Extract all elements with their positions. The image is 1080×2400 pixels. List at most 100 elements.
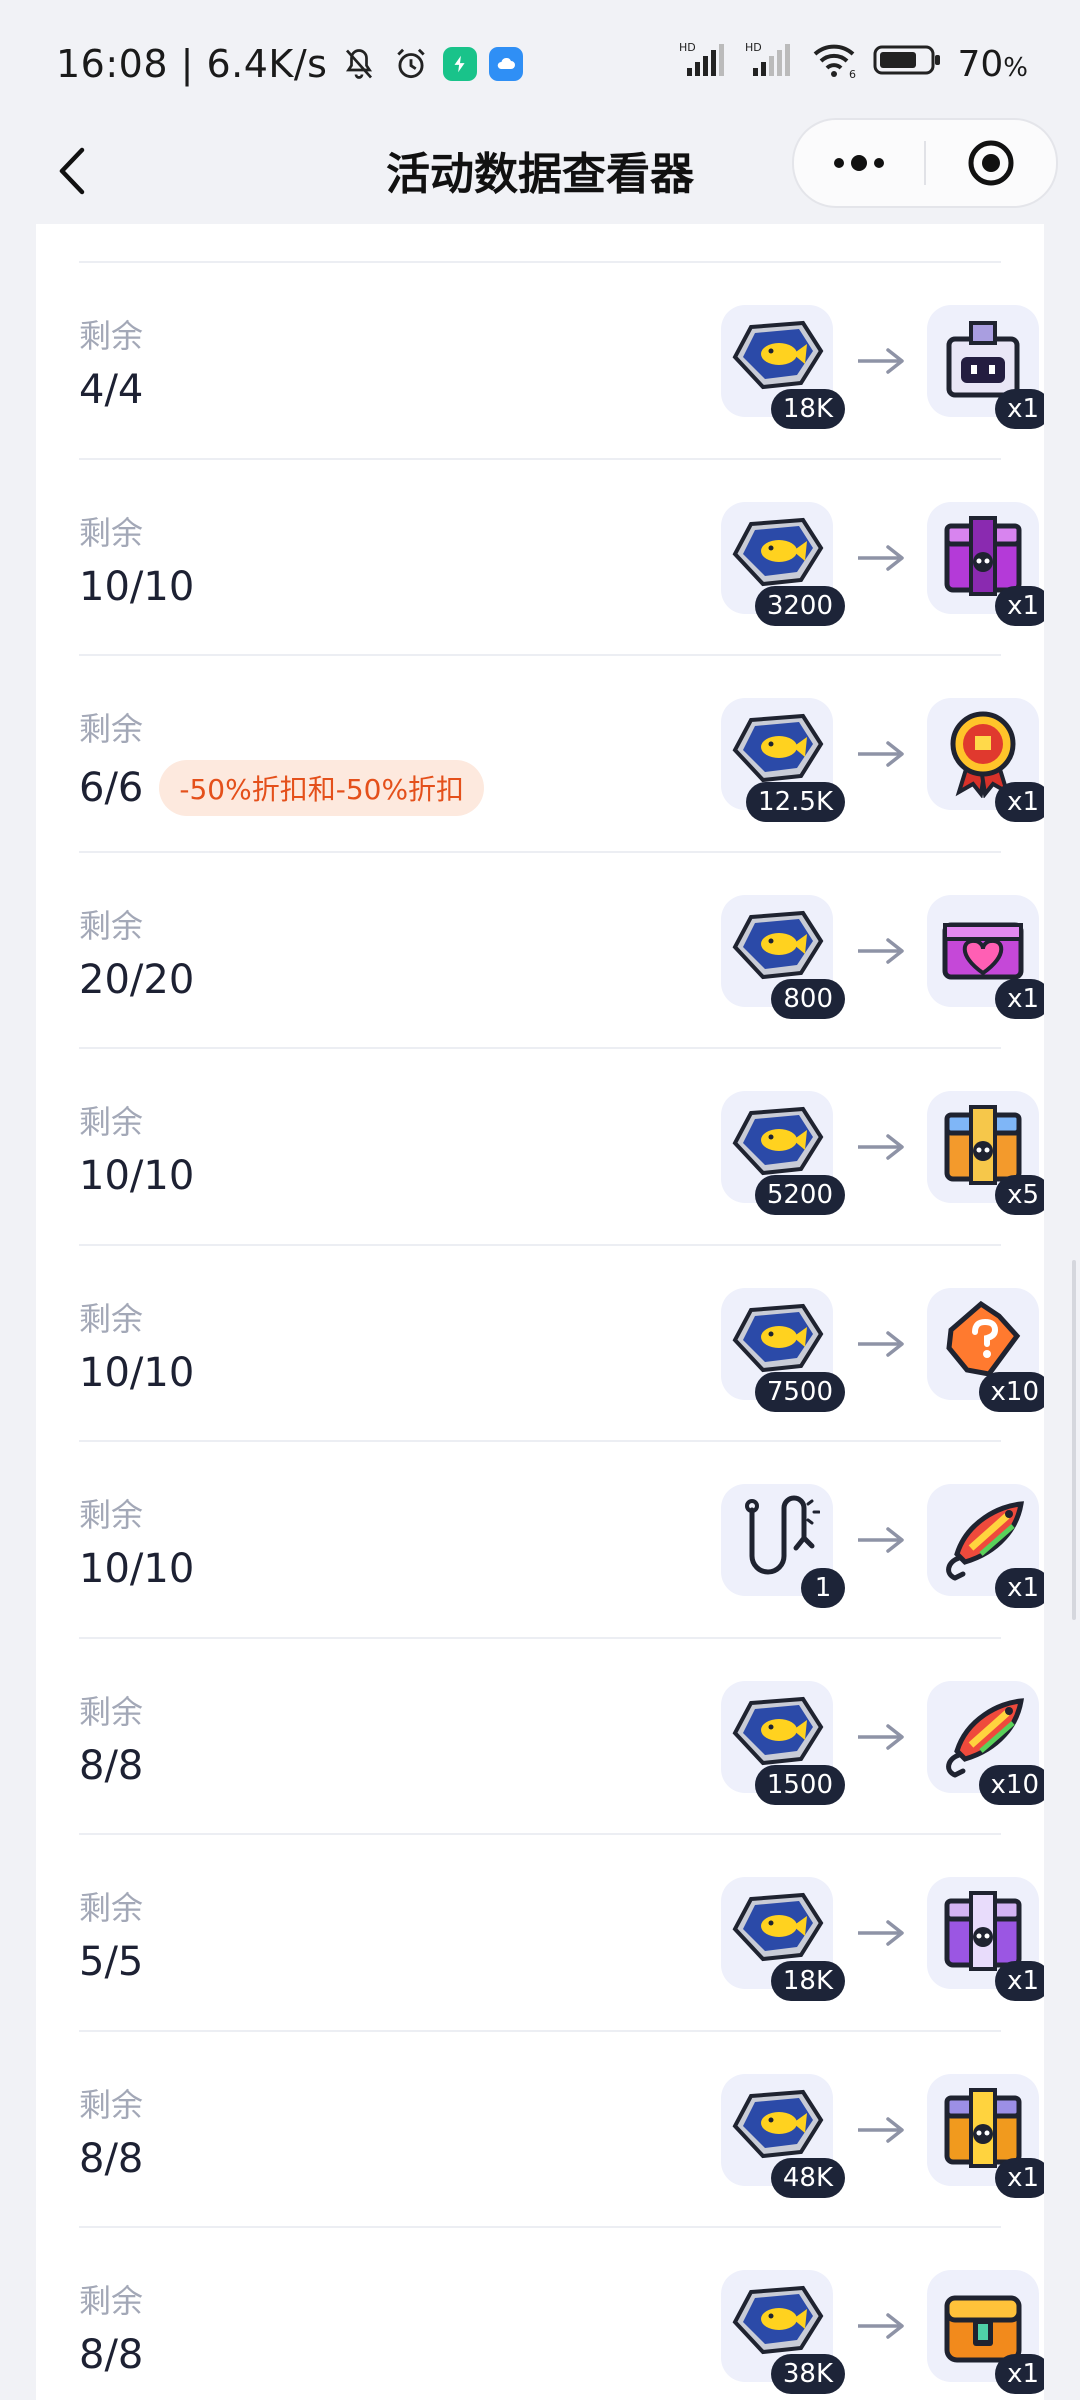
reward-item[interactable]: x1 bbox=[927, 1484, 1044, 1608]
remaining-label: 剩余 bbox=[79, 1299, 144, 1338]
remaining-count: 8/8 bbox=[79, 2135, 144, 2182]
list-item: 剩余 8/8 38K x1 bbox=[79, 2226, 1044, 2400]
remaining-label: 剩余 bbox=[79, 710, 144, 748]
arrow-right-icon bbox=[849, 1326, 913, 1362]
arrow-right-icon bbox=[849, 1522, 913, 1558]
remaining-count-row: 8/8 bbox=[79, 2136, 143, 2182]
remaining-count-row: 10/10 bbox=[79, 1153, 194, 1199]
more-dots-icon bbox=[834, 155, 884, 171]
cost-item[interactable]: 5200 bbox=[721, 1091, 845, 1215]
list-item: 剩余 10/10 7500 x10 bbox=[79, 1243, 1044, 1442]
mini-program-capsule bbox=[792, 118, 1058, 208]
arrow-right-icon bbox=[849, 540, 913, 576]
cost-amount-badge: 1 bbox=[801, 1568, 845, 1608]
remaining-count: 10/10 bbox=[79, 1349, 195, 1396]
alarm-icon bbox=[391, 44, 431, 84]
list-item: 剩余 5/5 18K x1 bbox=[79, 1833, 1044, 2031]
cost-item[interactable]: 1500 bbox=[721, 1680, 845, 1805]
reward-quantity-badge: x10 bbox=[978, 1764, 1044, 1805]
reward-item[interactable]: x1 bbox=[927, 2073, 1044, 2198]
cost-amount-badge: 38K bbox=[770, 2354, 845, 2394]
cost-amount-badge: 7500 bbox=[754, 1371, 845, 1412]
remaining-label: 剩余 bbox=[79, 1889, 144, 1927]
arrow-right-icon bbox=[849, 933, 913, 969]
wifi-icon: 6 bbox=[811, 40, 859, 89]
reward-item[interactable]: x10 bbox=[927, 1680, 1044, 1805]
target-close-icon bbox=[968, 140, 1014, 186]
cost-amount-badge: 48K bbox=[770, 2157, 845, 2198]
reward-item[interactable]: x1 bbox=[927, 1877, 1044, 2001]
status-bar: 16:08 | 6.4K/s HD HD 6 70% bbox=[0, 0, 1080, 118]
remaining-count: 5/5 bbox=[79, 1939, 144, 1985]
remaining-count: 8/8 bbox=[79, 1742, 144, 1789]
remaining-label: 剩余 bbox=[79, 513, 144, 552]
arrow-right-icon bbox=[849, 736, 913, 772]
reward-item[interactable]: x1 bbox=[927, 698, 1044, 822]
remaining-label: 剩余 bbox=[79, 1692, 144, 1731]
remaining-count-row: 10/10 bbox=[79, 1546, 194, 1592]
cost-item[interactable]: 1 bbox=[721, 1484, 845, 1608]
reward-quantity-badge: x1 bbox=[995, 1568, 1044, 1608]
list-item: 剩余 8/8 48K x1 bbox=[79, 2029, 1044, 2228]
reward-item[interactable]: x1 bbox=[927, 2270, 1044, 2394]
arrow-right-icon bbox=[849, 1915, 913, 1951]
cost-item[interactable]: 7500 bbox=[721, 1287, 845, 1412]
remaining-label: 剩余 bbox=[79, 1496, 144, 1534]
remaining-count-row: 5/5 bbox=[79, 1939, 143, 1985]
remaining-label: 剩余 bbox=[79, 2282, 144, 2320]
navigation-bar: 活动数据查看器 bbox=[0, 118, 1080, 224]
reward-item[interactable]: x1 bbox=[927, 501, 1044, 626]
cost-item[interactable]: 18K bbox=[721, 305, 845, 429]
cost-item[interactable]: 3200 bbox=[721, 501, 845, 626]
more-button[interactable] bbox=[794, 120, 924, 206]
cost-item[interactable]: 38K bbox=[721, 2270, 845, 2394]
remaining-label: 剩余 bbox=[79, 317, 144, 355]
reward-quantity-badge: x1 bbox=[995, 1961, 1044, 2001]
arrow-right-icon bbox=[849, 343, 913, 379]
discount-tag: -50%折扣和-50%折扣 bbox=[159, 760, 485, 816]
reward-item[interactable]: x1 bbox=[927, 894, 1044, 1019]
green-app-icon bbox=[443, 47, 478, 81]
battery-icon bbox=[873, 42, 943, 87]
scrollbar[interactable] bbox=[1072, 1260, 1076, 1620]
cost-amount-badge: 3200 bbox=[754, 585, 845, 626]
reward-quantity-badge: x1 bbox=[995, 2354, 1044, 2394]
arrow-right-icon bbox=[849, 1129, 913, 1165]
arrow-right-icon bbox=[849, 2308, 913, 2344]
svg-text:HD: HD bbox=[679, 41, 696, 54]
signal-hd-icon: HD bbox=[745, 40, 797, 89]
cost-amount-badge: 18K bbox=[770, 389, 845, 429]
cost-item[interactable]: 800 bbox=[721, 894, 845, 1019]
remaining-count: 8/8 bbox=[79, 2332, 144, 2378]
list-item: 剩余 8/8 1500 x10 bbox=[79, 1636, 1044, 1835]
reward-quantity-badge: x1 bbox=[995, 585, 1044, 626]
cost-amount-badge: 12.5K bbox=[746, 782, 845, 822]
svg-text:HD: HD bbox=[745, 41, 762, 54]
bell-off-icon bbox=[339, 44, 379, 84]
reward-quantity-badge: x1 bbox=[995, 2157, 1044, 2198]
reward-quantity-badge: x1 bbox=[995, 978, 1044, 1019]
list-item: 剩余 4/4 18K x1 bbox=[79, 261, 1044, 459]
svg-text:6: 6 bbox=[849, 68, 856, 80]
close-button[interactable] bbox=[926, 120, 1056, 206]
reward-item[interactable]: x1 bbox=[927, 305, 1044, 429]
cost-amount-badge: 5200 bbox=[754, 1175, 845, 1215]
status-right: HD HD 6 70% bbox=[679, 36, 1028, 92]
signal-hd-icon: HD bbox=[679, 40, 731, 89]
list-item: 剩余 6/6 -50%折扣和-50%折扣 12.5K x1 bbox=[79, 654, 1044, 852]
list-item: 剩余 10/10 3200 x1 bbox=[79, 457, 1044, 656]
remaining-label: 剩余 bbox=[79, 1103, 144, 1141]
reward-item[interactable]: x10 bbox=[927, 1287, 1044, 1412]
cost-amount-badge: 800 bbox=[771, 978, 845, 1019]
remaining-count-row: 10/10 bbox=[79, 1350, 194, 1396]
cloud-app-icon bbox=[489, 47, 524, 81]
cost-item[interactable]: 48K bbox=[721, 2073, 845, 2198]
cost-amount-badge: 1500 bbox=[754, 1764, 845, 1805]
reward-item[interactable]: x5 bbox=[927, 1091, 1044, 1215]
list-item: 剩余 10/10 5200 x5 bbox=[79, 1047, 1044, 1245]
cost-amount-badge: 18K bbox=[770, 1961, 845, 2001]
list-item: 剩余 20/20 800 x1 bbox=[79, 850, 1044, 1049]
cost-item[interactable]: 12.5K bbox=[721, 698, 845, 822]
exchange-list: 剩余 4/4 18K x1 剩余 10/10 3200 x1 剩余 6/6 -50%折扣和-50%折… bbox=[36, 224, 1044, 2400]
cost-item[interactable]: 18K bbox=[721, 1877, 845, 2001]
